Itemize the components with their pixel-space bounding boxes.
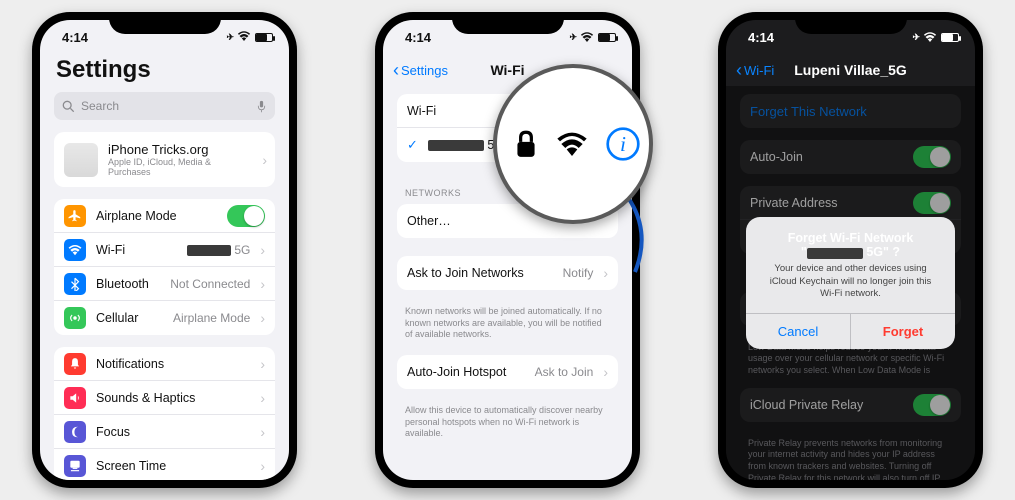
- page-title: Settings: [40, 54, 289, 92]
- wifi-icon: [237, 31, 251, 43]
- chevron-right-icon: ›: [260, 357, 265, 371]
- row-cellular[interactable]: Cellular Airplane Mode ›: [54, 301, 275, 335]
- alert-dim: Forget Wi-Fi Network " 5G" ? Your device…: [726, 86, 975, 480]
- chevron-right-icon: ›: [260, 459, 265, 473]
- redacted-ssid: [807, 248, 863, 259]
- notch: [452, 12, 564, 34]
- airplane-icon: ✈︎: [569, 32, 576, 43]
- chevron-left-icon: ‹: [393, 60, 399, 81]
- back-button[interactable]: ‹ Settings: [393, 60, 448, 81]
- magnifier-callout: i: [493, 64, 653, 224]
- chevron-right-icon: ›: [260, 311, 265, 325]
- chevron-left-icon: ‹: [736, 60, 742, 81]
- battery-icon: [941, 33, 959, 42]
- airplane-icon: ✈︎: [226, 32, 233, 43]
- phone-settings: 4:14 ✈︎ Settings Search iPhone Tricks.or…: [32, 12, 297, 488]
- row-auto-join-hotspot[interactable]: Auto-Join Hotspot Ask to Join ›: [397, 355, 618, 389]
- alert-cancel-button[interactable]: Cancel: [746, 314, 850, 349]
- status-time: 4:14: [405, 30, 431, 45]
- airplane-toggle[interactable]: [227, 205, 265, 227]
- chevron-right-icon: ›: [262, 153, 267, 167]
- apple-id-subtitle: Apple ID, iCloud, Media & Purchases: [108, 157, 252, 177]
- notch: [795, 12, 907, 34]
- alert-message: Your device and other devices using iClo…: [762, 263, 939, 300]
- cellular-icon: [64, 307, 86, 329]
- phone-wifi: 4:14 ✈︎ ‹ Settings Wi-Fi Wi-Fi ✓: [375, 12, 640, 488]
- chevron-right-icon: ›: [260, 243, 265, 257]
- redacted-ssid: [428, 140, 484, 151]
- row-bluetooth[interactable]: Bluetooth Not Connected ›: [54, 267, 275, 301]
- search-icon: [62, 100, 75, 113]
- wifi-icon: [580, 32, 594, 42]
- wifi-icon: [923, 32, 937, 42]
- row-airplane-mode[interactable]: Airplane Mode: [54, 199, 275, 233]
- forget-alert: Forget Wi-Fi Network " 5G" ? Your device…: [746, 217, 955, 348]
- wifi-signal-icon: [555, 132, 589, 156]
- row-sounds[interactable]: Sounds & Haptics ›: [54, 381, 275, 415]
- airplane-icon: [64, 205, 86, 227]
- airplane-icon: ✈︎: [912, 32, 919, 43]
- mic-icon: [256, 100, 267, 113]
- focus-icon: [64, 421, 86, 443]
- info-button[interactable]: i: [605, 126, 641, 162]
- ask-footer: Known networks will be joined automatica…: [383, 302, 632, 341]
- status-time: 4:14: [62, 30, 88, 45]
- row-wifi[interactable]: Wi-Fi 5G ›: [54, 233, 275, 267]
- battery-icon: [255, 33, 273, 42]
- phone-network-detail: 4:14 ✈︎ ‹ Wi-Fi Lupeni Villae_5G Forget …: [718, 12, 983, 488]
- battery-icon: [598, 33, 616, 42]
- bluetooth-icon: [64, 273, 86, 295]
- notch: [109, 12, 221, 34]
- lock-icon: [513, 129, 539, 159]
- back-button[interactable]: ‹ Wi-Fi: [736, 60, 774, 81]
- row-focus[interactable]: Focus ›: [54, 415, 275, 449]
- search-input[interactable]: Search: [54, 92, 275, 120]
- svg-text:i: i: [620, 132, 626, 156]
- wifi-icon: [64, 239, 86, 261]
- screen-time-icon: [64, 455, 86, 477]
- chevron-right-icon: ›: [260, 277, 265, 291]
- apple-id-thumbnail: [64, 143, 98, 177]
- notifications-icon: [64, 353, 86, 375]
- row-notifications[interactable]: Notifications ›: [54, 347, 275, 381]
- apple-id-row[interactable]: iPhone Tricks.org Apple ID, iCloud, Medi…: [54, 132, 275, 187]
- chevron-right-icon: ›: [603, 365, 608, 379]
- checkmark-icon: ✓: [407, 137, 418, 153]
- hotspot-footer: Allow this device to automatically disco…: [383, 401, 632, 440]
- chevron-right-icon: ›: [260, 425, 265, 439]
- nav-bar: ‹ Wi-Fi Lupeni Villae_5G: [726, 54, 975, 86]
- status-time: 4:14: [748, 30, 774, 45]
- row-screen-time[interactable]: Screen Time ›: [54, 449, 275, 480]
- alert-title: Forget Wi-Fi Network " 5G" ?: [762, 231, 939, 259]
- redacted-ssid: [187, 245, 231, 256]
- search-placeholder: Search: [81, 99, 250, 113]
- apple-id-title: iPhone Tricks.org: [108, 142, 252, 157]
- chevron-right-icon: ›: [260, 391, 265, 405]
- alert-forget-button[interactable]: Forget: [850, 314, 955, 349]
- sounds-icon: [64, 387, 86, 409]
